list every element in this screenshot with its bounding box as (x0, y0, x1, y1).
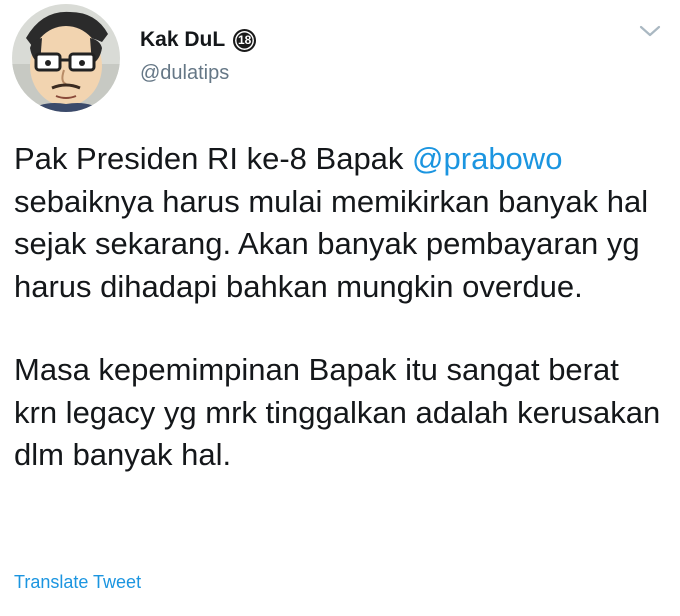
translate-tweet-link[interactable]: Translate Tweet (14, 572, 141, 593)
cartoon-glasses-avatar-icon (12, 4, 120, 112)
user-handle[interactable]: @dulatips (140, 62, 229, 85)
avatar[interactable] (12, 4, 120, 112)
tweet-card: Kak DuL 18 @dulatips Pak Presiden RI ke-… (0, 0, 680, 616)
tweet-text-segment: Pak Presiden RI ke-8 Bapak (14, 141, 413, 176)
tweet-text: Pak Presiden RI ke-8 Bapak @prabowo seba… (14, 138, 664, 477)
tweet-paragraph-2: Masa kepemimpinan Bapak itu sangat berat… (14, 352, 661, 472)
chevron-down-icon[interactable] (638, 22, 662, 40)
age-badge-icon: 18 (233, 28, 257, 52)
display-name[interactable]: Kak DuL (140, 28, 225, 52)
user-name-row: Kak DuL 18 (140, 28, 257, 52)
tweet-paragraph-1: Pak Presiden RI ke-8 Bapak @prabowo seba… (14, 141, 648, 304)
tweet-text-segment: sebaiknya harus mulai memikirkan banyak … (14, 183, 649, 304)
mention-link[interactable]: @prabowo (412, 141, 562, 176)
